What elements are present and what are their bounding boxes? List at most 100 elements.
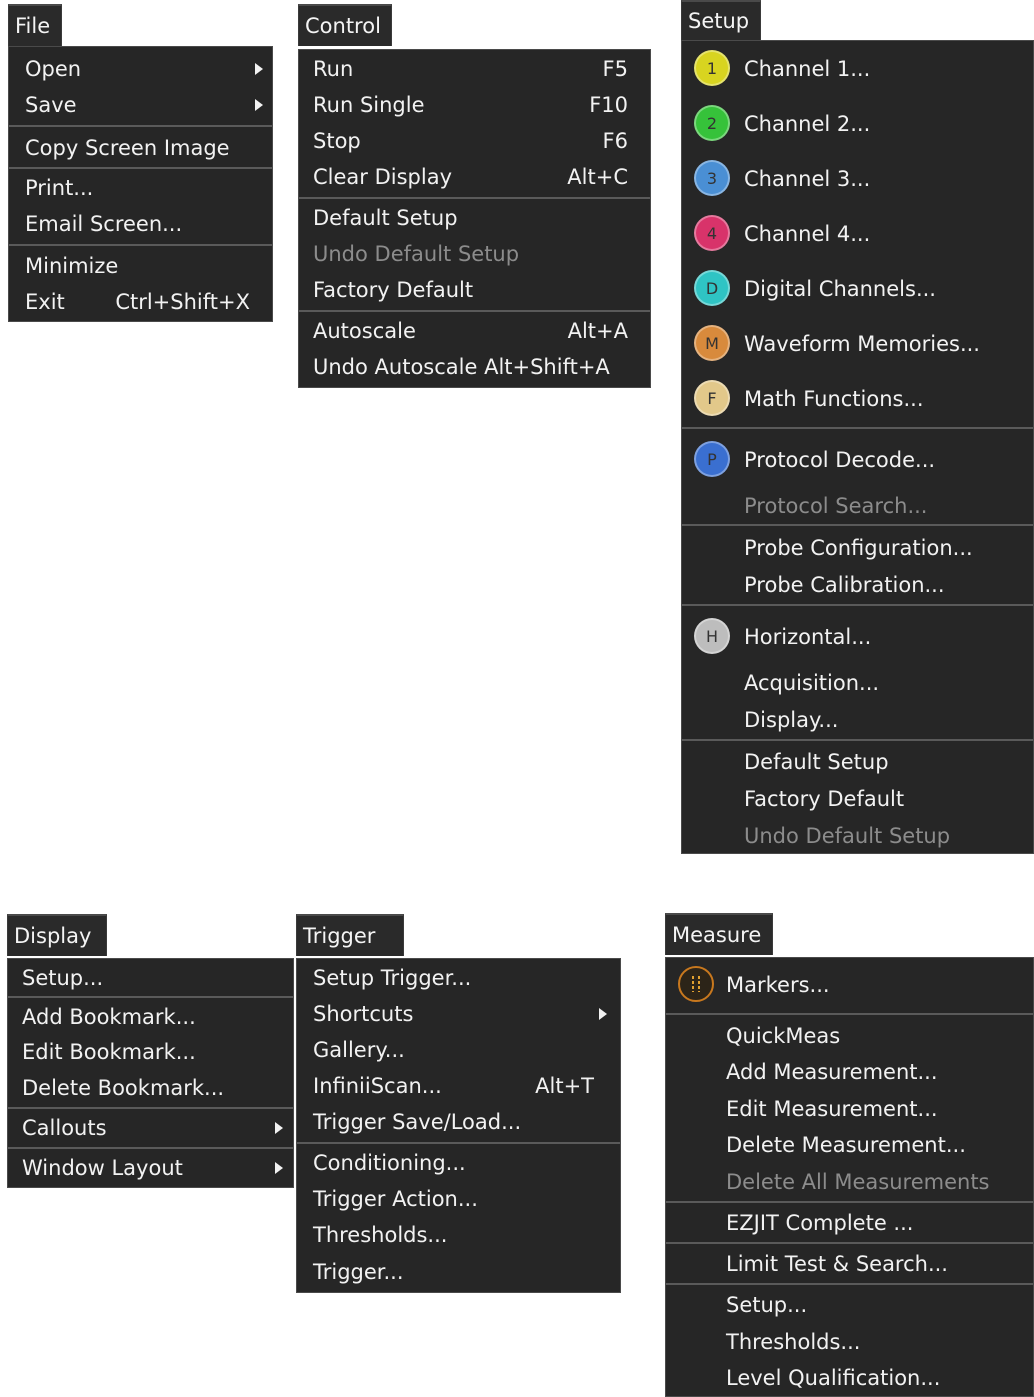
menu-item-label: Channel 1... [744,57,871,81]
menu-item-gallery[interactable]: Gallery... [297,1032,620,1068]
menu-item-default-setup[interactable]: Default Setup [299,200,650,236]
menu-item-label: Copy Screen Image [25,136,230,160]
menu-item-exit[interactable]: Exit Ctrl+Shift+X [9,283,272,320]
menu-item-label: Email Screen... [25,212,183,236]
control-menu-title[interactable]: Control [298,4,392,46]
menu-item-setup-trigger[interactable]: Setup Trigger... [297,960,620,996]
menu-item-markers[interactable]: Markers... [666,962,1033,1008]
menu-item-shortcut: Alt+C [567,165,628,189]
menu-item-window-layout[interactable]: Window Layout [8,1150,293,1186]
menu-item-label: QuickMeas [726,1023,841,1048]
menu-item-edit-bookmark[interactable]: Edit Bookmark... [8,1034,293,1070]
menu-item-add-measurement[interactable]: Add Measurement... [666,1053,1033,1090]
menu-item-default-setup[interactable]: Default Setup [682,743,1033,781]
file-menu: File Open Save Copy Screen Image Print..… [8,4,273,324]
menu-item-shortcut: Alt+T [535,1074,594,1098]
trigger-menu-title[interactable]: Trigger [296,914,404,956]
menu-item-label: Limit Test & Search... [726,1251,948,1276]
menu-item-channel-3[interactable]: Channel 3... [682,156,1033,202]
menu-item-print[interactable]: Print... [9,169,272,207]
menu-item-autoscale[interactable]: Autoscale Alt+A [299,313,650,349]
menu-item-email-screen[interactable]: Email Screen... [9,206,272,242]
menu-item-label: Add Measurement... [726,1059,938,1084]
menu-item-minimize[interactable]: Minimize [9,247,272,284]
menu-item-callouts[interactable]: Callouts [8,1110,293,1146]
menu-item-add-bookmark[interactable]: Add Bookmark... [8,999,293,1035]
menu-item-display[interactable]: Display... [682,701,1033,739]
menu-item-open[interactable]: Open [9,51,272,87]
menu-item-waveform-memories[interactable]: Waveform Memories... [682,321,1033,367]
menu-separator [666,1283,1033,1285]
trigger-menu-panel: Setup Trigger... Shortcuts Gallery... In… [296,958,621,1293]
menu-item-horizontal[interactable]: Horizontal... [682,614,1033,660]
menu-item-shortcuts[interactable]: Shortcuts [297,996,620,1032]
file-menu-title[interactable]: File [8,4,62,46]
menu-item-label: EZJIT Complete ... [726,1210,914,1235]
menu-item-edit-measurement[interactable]: Edit Measurement... [666,1090,1033,1127]
menu-item-label: Math Functions... [744,387,924,411]
menu-item-conditioning[interactable]: Conditioning... [297,1145,620,1181]
menu-item-trigger-save-load[interactable]: Trigger Save/Load... [297,1104,620,1140]
menu-separator [9,125,272,127]
menu-item-run-single[interactable]: Run Single F10 [299,87,650,123]
menu-item-math-functions[interactable]: Math Functions... [682,376,1033,422]
menu-item-label: Trigger... [313,1260,404,1284]
menu-separator [682,739,1033,741]
menu-item-probe-configuration[interactable]: Probe Configuration... [682,529,1033,567]
menu-item-label: Acquisition... [744,671,880,695]
menu-item-channel-1[interactable]: Channel 1... [682,46,1033,92]
menu-item-label: Gallery... [313,1038,405,1062]
measure-menu-title[interactable]: Measure [665,913,773,955]
display-menu-title[interactable]: Display [7,914,107,956]
menu-item-label: Clear Display [313,165,453,189]
menu-item-undo-autoscale[interactable]: Undo Autoscale Alt+Shift+A [299,349,650,385]
setup-menu-title[interactable]: Setup [681,0,761,40]
menu-item-label: Undo Default Setup [744,824,951,848]
menu-item-copy-screen-image[interactable]: Copy Screen Image [9,129,272,167]
menu-item-limit-test-search[interactable]: Limit Test & Search... [666,1245,1033,1282]
menu-item-probe-calibration[interactable]: Probe Calibration... [682,566,1033,604]
menu-item-acquisition[interactable]: Acquisition... [682,664,1033,702]
menu-item-stop[interactable]: Stop F6 [299,123,650,159]
menu-item-label: Horizontal... [744,625,872,649]
menu-item-label: Autoscale [313,319,416,343]
menu-item-undo-default-setup: Undo Default Setup [682,817,1033,855]
menu-item-factory-default[interactable]: Factory Default [682,780,1033,818]
menu-item-delete-bookmark[interactable]: Delete Bookmark... [8,1070,293,1106]
menu-item-label: Delete Measurement... [726,1132,966,1157]
menu-separator [299,310,650,312]
menu-item-thresholds[interactable]: Thresholds... [297,1217,620,1253]
menu-item-trigger-action[interactable]: Trigger Action... [297,1181,620,1217]
menu-item-digital-channels[interactable]: Digital Channels... [682,266,1033,312]
menu-item-setup[interactable]: Setup... [8,960,293,996]
menu-item-factory-default[interactable]: Factory Default [299,272,650,308]
menu-item-label: Callouts [22,1116,107,1140]
menu-separator [666,1242,1033,1244]
menu-item-thresholds[interactable]: Thresholds... [666,1323,1033,1360]
menu-item-shortcut: F6 [602,129,628,153]
menu-item-run[interactable]: Run F5 [299,51,650,87]
menu-item-ezjit-complete[interactable]: EZJIT Complete ... [666,1204,1033,1241]
measure-menu-panel: Markers... QuickMeas Add Measurement... … [665,957,1034,1397]
menu-item-level-qualification[interactable]: Level Qualification... [666,1359,1033,1396]
menu-item-label: Thresholds... [313,1223,448,1247]
menu-item-channel-2[interactable]: Channel 2... [682,101,1033,147]
menu-item-label: Display... [744,708,839,732]
menu-item-label: Shortcuts [313,1002,414,1026]
menu-item-label: Conditioning... [313,1151,466,1175]
menu-separator [8,1147,293,1149]
menu-item-label: Save [25,93,77,117]
menu-item-protocol-decode[interactable]: Protocol Decode... [682,437,1033,483]
menu-separator [666,1013,1033,1015]
menu-item-label: Channel 4... [744,222,871,246]
menu-item-infiniiscan[interactable]: InfiniiScan... Alt+T [297,1068,620,1104]
menu-item-channel-4[interactable]: Channel 4... [682,211,1033,257]
menu-item-quickmeas[interactable]: QuickMeas [666,1017,1033,1054]
menu-item-delete-measurement[interactable]: Delete Measurement... [666,1126,1033,1163]
menu-item-label: Markers... [726,973,830,997]
menu-item-setup[interactable]: Setup... [666,1286,1033,1323]
menu-item-save[interactable]: Save [9,87,272,123]
menu-item-clear-display[interactable]: Clear Display Alt+C [299,159,650,195]
menu-item-trigger[interactable]: Trigger... [297,1254,620,1290]
menu-item-label: Minimize [25,253,119,278]
